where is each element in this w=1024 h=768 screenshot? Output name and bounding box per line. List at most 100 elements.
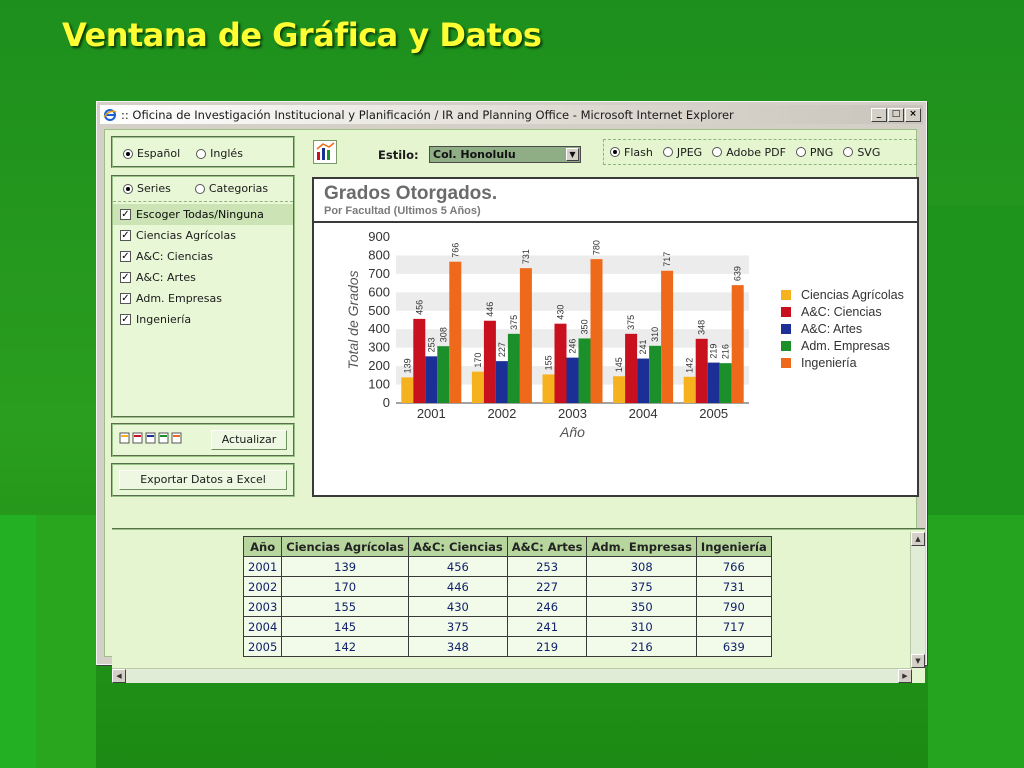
table-cell: 375: [408, 616, 508, 637]
bar-value-label: 246: [568, 339, 578, 354]
maximize-button[interactable]: □: [888, 107, 904, 122]
data-table: Año Ciencias Agrícolas A&C: Ciencias A&C…: [242, 536, 772, 657]
legend-label: A&C: Artes: [801, 322, 862, 336]
checkbox-series[interactable]: ✓ Ingeniería: [113, 309, 293, 330]
radio-icon[interactable]: [712, 147, 723, 157]
checkbox-icon[interactable]: ✓: [120, 314, 131, 325]
radio-png[interactable]: PNG: [795, 146, 833, 159]
scroll-left-arrow-icon[interactable]: ◀: [112, 669, 126, 683]
color-swatches: [119, 432, 182, 444]
table-cell: 348: [408, 636, 508, 657]
bar-value-label: 227: [497, 342, 507, 357]
x-tick-label: 2005: [699, 406, 728, 421]
bar: [566, 357, 579, 403]
bar: [425, 356, 438, 403]
radio-icon[interactable]: [123, 183, 133, 194]
radio-series[interactable]: Series: [123, 182, 171, 195]
minimize-button[interactable]: _: [871, 107, 887, 122]
radio-icon[interactable]: [662, 147, 673, 157]
bar-value-label: 170: [473, 353, 483, 368]
checkbox-series[interactable]: ✓ Ciencias Agrícolas: [113, 225, 293, 246]
radio-icon[interactable]: [123, 148, 133, 159]
table-cell: 2003: [242, 596, 283, 617]
table-cell: 2005: [242, 636, 283, 657]
bar: [495, 361, 508, 403]
table-cell: 731: [695, 576, 772, 597]
table-cell: 216: [586, 636, 697, 657]
chart-title: Grados Otorgados.: [324, 183, 498, 204]
export-excel-button[interactable]: Exportar Datos a Excel: [119, 470, 287, 490]
update-button[interactable]: Actualizar: [211, 430, 287, 450]
bar: [507, 333, 520, 403]
radio-icon[interactable]: [194, 183, 205, 194]
style-select[interactable]: Col. Honolulu ▼: [429, 146, 581, 163]
x-tick-label: 2002: [487, 406, 516, 421]
background-stripe: [928, 515, 1024, 768]
table-cell: 310: [586, 616, 697, 637]
chart-type-icon[interactable]: [313, 140, 337, 164]
radio-espanol[interactable]: Español: [123, 147, 180, 160]
radio-icon[interactable]: [610, 147, 620, 157]
table-cell: 155: [281, 596, 410, 617]
window-titlebar[interactable]: :: Oficina de Investigación Instituciona…: [100, 105, 923, 124]
scroll-down-arrow-icon[interactable]: ▼: [911, 654, 925, 668]
legend-swatch: [781, 290, 791, 300]
checkbox-series[interactable]: ✓ Adm. Empresas: [113, 288, 293, 309]
radio-icon[interactable]: [843, 147, 854, 157]
background-stripe: [0, 515, 40, 768]
scroll-right-arrow-icon[interactable]: ▶: [898, 669, 912, 683]
chart-header: Grados Otorgados. Por Facultad (Ultimos …: [314, 179, 917, 223]
x-axis-title: Año: [559, 424, 585, 440]
checkbox-series[interactable]: ✓ A&C: Artes: [113, 267, 293, 288]
radio-pdf[interactable]: Adobe PDF: [712, 146, 786, 159]
legend-swatch: [781, 307, 791, 317]
vertical-scrollbar[interactable]: ▲ ▼: [910, 532, 925, 668]
radio-jpeg[interactable]: JPEG: [662, 146, 702, 159]
y-tick-label: 100: [368, 377, 390, 392]
table-cell: 246: [506, 596, 588, 617]
checkbox-icon[interactable]: ✓: [120, 293, 131, 304]
y-tick-label: 700: [368, 266, 390, 281]
language-options: Español Inglés: [123, 147, 243, 160]
table-cell: 170: [281, 576, 410, 597]
checkbox-select-all[interactable]: ✓ Escoger Todas/Ninguna: [113, 204, 293, 225]
slide-title: Ventana de Gráfica y Datos: [62, 16, 542, 54]
checkbox-icon[interactable]: ✓: [120, 209, 131, 220]
radio-icon[interactable]: [196, 148, 207, 159]
y-tick-label: 800: [368, 247, 390, 262]
bar-value-label: 350: [580, 319, 590, 334]
table-cell: 2002: [242, 576, 283, 597]
table-row: 2004 145 375 241 310 717: [242, 616, 772, 637]
chart-panel: Grados Otorgados. Por Facultad (Ultimos …: [312, 177, 919, 497]
checkbox-series[interactable]: ✓ A&C: Ciencias: [113, 246, 293, 267]
horizontal-scrollbar[interactable]: ◀ ▶: [112, 668, 912, 683]
document-icon: [171, 432, 182, 444]
document-icon: [132, 432, 143, 444]
bar: [695, 338, 708, 403]
bar: [707, 362, 720, 403]
checkbox-icon[interactable]: ✓: [120, 272, 131, 283]
legend-label: Ingeniería: [801, 356, 857, 370]
y-axis-title: Total de Grados: [345, 270, 361, 369]
radio-ingles[interactable]: Inglés: [196, 147, 243, 160]
chevron-down-icon[interactable]: ▼: [566, 148, 579, 161]
legend-label: Ciencias Agrícolas: [801, 288, 904, 302]
radio-svg[interactable]: SVG: [843, 146, 880, 159]
close-button[interactable]: ×: [905, 107, 921, 122]
y-tick-label: 300: [368, 340, 390, 355]
checkbox-icon[interactable]: ✓: [120, 230, 131, 241]
language-panel: Español Inglés: [111, 136, 295, 168]
bar: [413, 318, 426, 403]
bar-value-label: 155: [544, 355, 554, 370]
window-controls: _ □ ×: [871, 107, 921, 122]
radio-flash[interactable]: Flash: [610, 146, 653, 159]
y-tick-label: 500: [368, 303, 390, 318]
table-cell: 430: [408, 596, 508, 617]
bar: [625, 333, 638, 403]
radio-categorias[interactable]: Categorias: [194, 182, 268, 195]
table-cell: 375: [586, 576, 697, 597]
chart-subtitle: Por Facultad (Ultimos 5 Años): [324, 205, 481, 217]
checkbox-icon[interactable]: ✓: [120, 251, 131, 262]
scroll-up-arrow-icon[interactable]: ▲: [911, 532, 925, 546]
radio-icon[interactable]: [795, 147, 806, 157]
